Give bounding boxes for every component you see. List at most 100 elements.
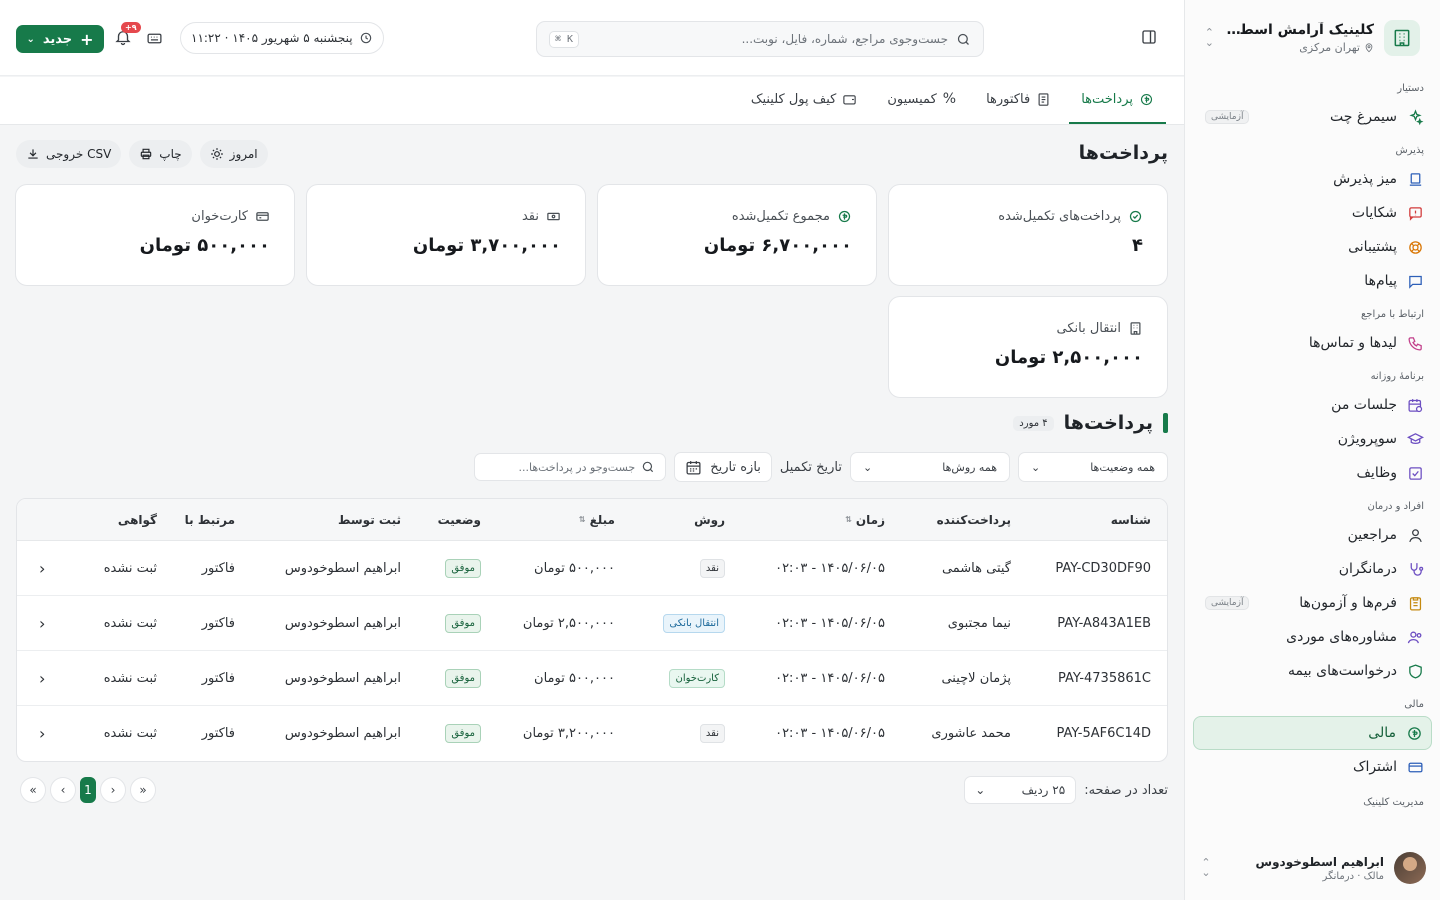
sort-icon: ⇅ <box>578 515 586 524</box>
chevron-down-icon: ⌄ <box>863 460 873 474</box>
sidebar-item-desk[interactable]: میز پذیرش <box>1193 162 1432 196</box>
chevron-down-icon: ⌄ <box>26 33 35 45</box>
per-page-select[interactable]: ۲۵ ردیف ⌄ <box>964 776 1077 804</box>
payment-id: PAY-4735861C <box>1058 670 1151 686</box>
certificate-status: ثبت نشده <box>103 615 157 631</box>
sidebar-item-support[interactable]: پشتیبانی <box>1193 230 1432 264</box>
method-filter-select[interactable]: همه روش‌ها ⌄ <box>850 452 1010 482</box>
search-icon <box>642 461 654 473</box>
sidebar-item-messages[interactable]: پیام‌ها <box>1193 264 1432 298</box>
stat-card-cash: نقد ۳,۷۰۰,۰۰۰ تومان <box>306 184 586 286</box>
date-range-button[interactable]: بازه تاریخ <box>674 452 772 482</box>
payments-search-input[interactable]: جست‌وجو در پرداخت‌ها... <box>474 453 667 481</box>
chevron-left-icon[interactable]: ‹ <box>39 651 45 705</box>
chevron-left-icon[interactable]: ‹ <box>39 706 45 761</box>
shield-icon <box>1409 663 1422 679</box>
stat-card-completed: پرداخت‌های تکمیل‌شده ۴ <box>888 184 1168 286</box>
sidebar-item-clients[interactable]: مراجعین <box>1193 518 1432 552</box>
status-badge: موفق <box>445 724 481 743</box>
today-button[interactable]: امروز <box>199 140 268 168</box>
recorded-by: ابراهیم اسطوخودوس <box>284 615 401 631</box>
sidebar-item-sessions[interactable]: جلسات من <box>1193 388 1432 422</box>
status-badge: موفق <box>445 668 481 688</box>
prev-page-button[interactable]: ‹ <box>50 777 76 803</box>
chevron-left-icon[interactable]: ‹ <box>39 596 45 650</box>
table-row[interactable]: PAY-A843A1EB نیما مجتبوی ۱۴۰۵/۰۶/۰۵ - ۰۲:۰… <box>17 596 1167 651</box>
search-placeholder: جست‌وجوی مراجع، شماره، فایل، نوبت... <box>741 32 948 46</box>
tab-invoices[interactable]: فاکتورها <box>974 76 1063 124</box>
next-page-button[interactable]: › <box>100 777 126 803</box>
table-row[interactable]: PAY-4735861C پژمان لاچینی ۱۴۰۵/۰۶/۰۵ - ۰۲:… <box>17 651 1167 706</box>
global-search-input[interactable]: جست‌وجوی مراجع، شماره، فایل، نوبت... ⌘ K <box>536 21 984 57</box>
col-amount-sort[interactable]: مبلغ ⇅ <box>579 499 615 540</box>
sidebar: کلینیک آرامش اسطوخو... تهران مرکزی ⌃⌄ دس… <box>1184 0 1440 900</box>
table-row[interactable]: PAY-CD30DF90 گیتی هاشمی ۱۴۰۵/۰۶/۰۵ - ۰۲:۰۳… <box>17 541 1167 596</box>
payment-id: PAY-A843A1EB <box>1057 615 1151 631</box>
chevron-updown-icon: ⌃ ⌄ <box>1201 856 1211 879</box>
print-button[interactable]: چاپ <box>129 140 192 168</box>
calendar-icon <box>686 460 701 475</box>
sidebar-item-forms[interactable]: فرم‌ها و آزمون‌ها آزمایشی <box>1193 586 1432 620</box>
user-icon <box>1409 528 1422 542</box>
linked-to: فاکتور <box>201 670 235 686</box>
graduation-cap-icon <box>1407 432 1424 444</box>
check-circle-icon <box>1129 210 1142 223</box>
clinic-switcher[interactable]: کلینیک آرامش اسطوخو... تهران مرکزی ⌃⌄ <box>1205 18 1420 58</box>
stat-card-bank: انتقال بانکی ۲,۵۰۰,۰۰۰ تومان <box>888 296 1168 398</box>
wallet-icon <box>843 94 857 104</box>
chevron-left-icon[interactable]: ‹ <box>39 541 45 595</box>
reception-desk-icon <box>1409 172 1422 186</box>
checkbox-icon <box>1409 466 1422 480</box>
sort-icon: ⇅ <box>845 515 852 524</box>
user-role: مالک · درمانگر <box>1322 870 1384 882</box>
sidebar-item-finance[interactable]: مالی <box>1193 716 1432 750</box>
col-payer: پرداخت‌کننده <box>936 512 1011 527</box>
keyboard-button[interactable] <box>146 30 163 51</box>
tab-wallet[interactable]: کیف پول کلینیک <box>739 76 870 124</box>
recorded-by: ابراهیم اسطوخودوس <box>284 670 401 686</box>
sidebar-item-supervision[interactable]: سوپرویژن <box>1193 422 1432 456</box>
sidebar-item-complaints[interactable]: شکایات <box>1193 196 1432 230</box>
sidebar-item-leads[interactable]: لیدها و تماس‌ها <box>1193 326 1432 360</box>
finance-icon <box>1408 726 1421 740</box>
table-row[interactable]: PAY-5AF6C14D محمد عاشوری ۱۴۰۵/۰۶/۰۵ - ۰۲:۰… <box>17 706 1167 761</box>
last-page-button[interactable]: » <box>130 777 156 803</box>
tab-commission[interactable]: % کمیسیون <box>875 76 968 124</box>
col-id: شناسه <box>1110 512 1151 527</box>
user-menu[interactable]: ابراهیم اسطوخودوس مالک · درمانگر ⌃ ⌄ <box>1199 850 1426 886</box>
sidebar-item-subscription[interactable]: اشتراک <box>1193 750 1432 784</box>
sidebar-item-tasks[interactable]: وظایف <box>1193 456 1432 490</box>
method-badge: انتقال بانکی <box>663 613 725 633</box>
page-actions: خروجی CSV چاپ امروز <box>16 140 268 168</box>
sun-icon <box>210 148 223 160</box>
page-title: پرداخت‌ها <box>1078 142 1168 164</box>
sidebar-item-therapists[interactable]: درمانگران <box>1193 552 1432 586</box>
location-pin-icon <box>1365 42 1373 52</box>
invoice-icon <box>1038 92 1049 106</box>
sidebar-toggle-button[interactable] <box>1138 28 1158 48</box>
sidebar-item-simorgh[interactable]: سیمرغ چت آزمایشی <box>1193 100 1432 134</box>
status-badge: موفق <box>445 558 481 578</box>
plus-icon: + <box>80 29 94 49</box>
nav-section-people: افراد و درمان <box>1367 501 1424 512</box>
users-icon <box>1407 631 1422 643</box>
keyboard-icon <box>147 33 162 44</box>
tab-payments[interactable]: پرداخت‌ها <box>1069 76 1166 124</box>
sidebar-item-insurance[interactable]: درخواست‌های بیمه <box>1193 654 1432 688</box>
first-page-button[interactable]: « <box>20 777 46 803</box>
col-time-sort[interactable]: زمان ⇅ <box>845 499 885 540</box>
nav-section-reception: پذیرش <box>1395 145 1424 156</box>
sidebar-item-cases[interactable]: مشاوره‌های موردی <box>1193 620 1432 654</box>
new-button[interactable]: + جدید ⌄ <box>16 25 104 53</box>
section-title: پرداخت‌ها <box>1063 412 1153 434</box>
percent-icon: % <box>942 91 957 107</box>
page-number-current[interactable]: 1 <box>80 777 96 803</box>
status-filter-select[interactable]: همه وضعیت‌ها ⌄ <box>1018 452 1168 482</box>
payment-id: PAY-CD30DF90 <box>1055 560 1151 576</box>
table-header: شناسه پرداخت‌کننده زمان ⇅ روش مبلغ ⇅ وضعیت… <box>17 499 1167 541</box>
export-csv-button[interactable]: خروجی CSV <box>16 140 122 168</box>
col-method: روش <box>694 512 725 527</box>
notifications-button[interactable]: ۹+ <box>114 22 141 50</box>
certificate-status: ثبت نشده <box>103 560 157 576</box>
col-linked: مرتبط با <box>184 512 235 527</box>
